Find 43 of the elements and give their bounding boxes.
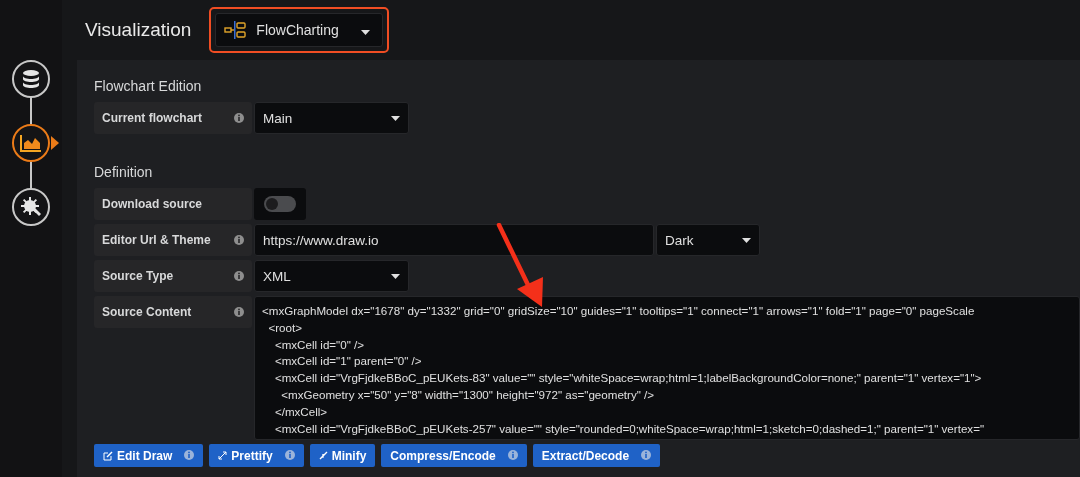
pointer-icon bbox=[51, 136, 59, 150]
database-icon bbox=[21, 69, 41, 89]
label-text: Source Content bbox=[102, 305, 192, 319]
info-icon[interactable] bbox=[234, 307, 244, 317]
caret-icon bbox=[391, 273, 400, 279]
gear-wrench-icon bbox=[20, 196, 42, 218]
caret-icon bbox=[391, 115, 400, 121]
edit-icon bbox=[103, 450, 113, 461]
step-button[interactable] bbox=[12, 188, 50, 226]
section-title: Definition bbox=[94, 164, 154, 180]
visualization-picker[interactable]: FlowCharting bbox=[215, 13, 383, 47]
step-button[interactable] bbox=[12, 124, 50, 162]
select-dropdown[interactable]: Main bbox=[254, 102, 409, 134]
step-button[interactable] bbox=[12, 60, 50, 98]
caret-icon bbox=[360, 30, 370, 35]
info-icon[interactable] bbox=[284, 449, 295, 460]
info-icon[interactable] bbox=[234, 113, 244, 123]
compress-icon bbox=[318, 451, 328, 461]
section-title: Flowchart Edition bbox=[94, 78, 203, 94]
label-text: Editor Url & Theme bbox=[102, 233, 211, 247]
select-dropdown[interactable]: XML bbox=[254, 260, 409, 292]
code-editor[interactable]: <mxGraphModel dx="1678" dy="1332" grid="0" gridSize="10" guides="1" tooltips="1" connect="1" arrows="1" fold="1" page="0" pageScale <root> <mxCell id="0" /> <mxCell id="1" parent="0" /> <mxCell id="VrgFjdkeBBoC_pEUKets-83" value="" style="whiteSpace=wrap;html=1;labelBackgroundColor=none;" parent="1" vertex="1"> <mxGeometry x="50" y="8" width="1300" height="972" as="geometry" /> </mxCell> <mxCell id="VrgFjdkeBBoC_pEUKets-257" value="" style="rounded=0;whiteSpace=wrap;html=1;sketch=0;dashed=1;" parent="1" vertex=" bbox=[254, 296, 1080, 441]
action-button[interactable]: Compress/Encode bbox=[381, 444, 527, 468]
theme-dropdown[interactable]: Dark bbox=[656, 224, 760, 256]
label-text: Source Type bbox=[102, 269, 174, 283]
action-button[interactable]: Minify bbox=[309, 444, 376, 468]
info-icon[interactable] bbox=[641, 449, 652, 460]
toggle-switch[interactable] bbox=[264, 196, 296, 212]
caret-icon bbox=[742, 237, 751, 243]
action-button[interactable]: Edit Draw bbox=[94, 444, 204, 468]
page-title: Visualization bbox=[85, 19, 192, 41]
info-icon[interactable] bbox=[507, 449, 518, 460]
url-input-field[interactable]: https://www.draw.io bbox=[254, 224, 654, 256]
info-icon[interactable] bbox=[184, 449, 195, 460]
expand-icon bbox=[218, 451, 228, 461]
flowchart-icon bbox=[224, 21, 247, 39]
action-button[interactable]: Extract/Decode bbox=[532, 444, 661, 468]
label-text: Download source bbox=[102, 197, 202, 211]
info-icon[interactable] bbox=[234, 235, 244, 245]
label-text: Current flowchart bbox=[102, 111, 202, 125]
action-button[interactable]: Prettify bbox=[209, 444, 304, 468]
info-icon[interactable] bbox=[234, 271, 244, 281]
area-chart-icon bbox=[20, 134, 42, 152]
